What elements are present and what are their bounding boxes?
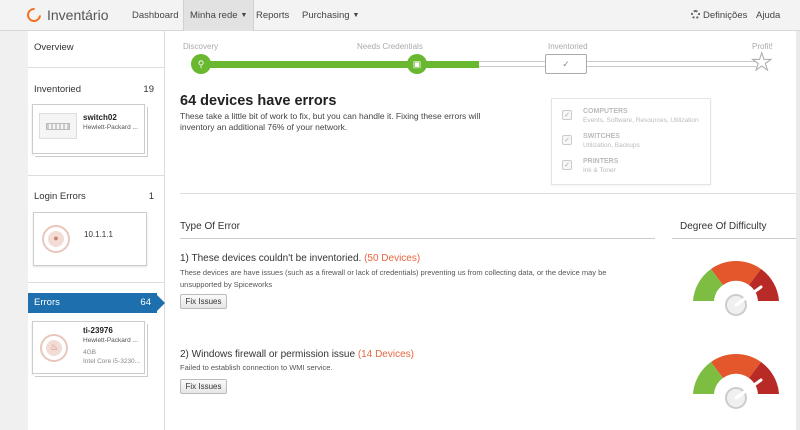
- device-cpu: Intel Core i5-3230...: [83, 358, 141, 365]
- login-error-device-card[interactable]: ● 10.1.1.1: [33, 212, 147, 266]
- error-type-1-title: 1) These devices couldn't be inventoried…: [180, 253, 420, 264]
- type-of-error-header: Type Of Error: [180, 221, 241, 232]
- inventory-checklist: ✓ COMPUTERS Events, Software, Resources,…: [551, 98, 711, 185]
- sidebar-login-errors-count: 1: [148, 191, 154, 202]
- header-underline: [672, 238, 800, 239]
- gear-icon: [691, 10, 700, 19]
- section-divider: [180, 193, 800, 194]
- star-icon: ★: [751, 49, 773, 76]
- step-needs-credentials-label: Needs Credentials: [357, 42, 423, 51]
- error-title-text: 2) Windows firewall or permission issue: [180, 349, 356, 360]
- sidebar-overview[interactable]: Overview: [34, 42, 74, 53]
- checkbox-icon: ✓: [562, 110, 572, 120]
- device-name: switch02: [83, 113, 117, 122]
- nav-minha-rede-label: Minha rede: [190, 10, 238, 21]
- device-name: ti-23976: [83, 326, 113, 335]
- sidebar-divider: [28, 282, 165, 283]
- step-discovery-label: Discovery: [183, 42, 219, 51]
- checkbox-icon: ✓: [562, 160, 572, 170]
- nav-settings-label: Definições: [703, 10, 748, 21]
- nav-minha-rede[interactable]: Minha rede ▼: [183, 0, 255, 31]
- caret-down-icon: ▼: [352, 12, 360, 19]
- sidebar-divider: [28, 67, 165, 68]
- lock-icon: ▣: [407, 54, 427, 74]
- sidebar: Overview Inventoried 19 switch02 Hewlett…: [28, 31, 165, 430]
- difficulty-header: Degree Of Difficulty: [680, 221, 767, 232]
- nav-dashboard[interactable]: Dashboard: [132, 0, 178, 31]
- device-ip: 10.1.1.1: [84, 230, 113, 239]
- sidebar-errors-count: 64: [140, 297, 151, 308]
- brand[interactable]: Inventário: [24, 5, 109, 25]
- header-underline: [180, 238, 655, 239]
- computer-avatar: ♨: [40, 334, 68, 362]
- scrollbar[interactable]: [796, 31, 800, 430]
- device-vendor: Hewlett-Packard ...: [83, 337, 138, 344]
- checklist-title: COMPUTERS: [583, 108, 628, 115]
- sidebar-divider: [28, 175, 165, 176]
- sidebar-login-errors[interactable]: Login Errors: [34, 191, 86, 202]
- brand-name: Inventário: [47, 7, 109, 23]
- fix-issues-button[interactable]: Fix Issues: [180, 379, 227, 394]
- caret-down-icon: ▼: [240, 12, 248, 19]
- device-vendor: Hewlett-Packard ...: [83, 124, 138, 131]
- errors-headline: 64 devices have errors: [180, 93, 337, 109]
- error-title-text: 1) These devices couldn't be inventoried…: [180, 253, 362, 264]
- error-type-1-description: These devices are have issues (such as a…: [180, 268, 607, 289]
- progress-fill: [198, 61, 479, 68]
- page: Overview Inventoried 19 switch02 Hewlett…: [28, 31, 800, 430]
- switch-device-icon: [39, 113, 77, 139]
- checklist-title: SWITCHES: [583, 133, 620, 140]
- checkmark-icon: ✓: [545, 54, 587, 74]
- spiceworks-logo-icon: [24, 5, 44, 25]
- flame-icon: ♨: [49, 342, 59, 352]
- sidebar-inventoried-count: 19: [143, 84, 154, 95]
- checklist-sub: Events, Software, Resources, Utilization: [583, 117, 699, 124]
- nav-purchasing[interactable]: Purchasing ▼: [302, 0, 359, 31]
- error-type-2-title: 2) Windows firewall or permission issue …: [180, 349, 414, 360]
- error-device-card[interactable]: ♨ ti-23976 Hewlett-Packard ... 4GB Intel…: [32, 321, 145, 374]
- checklist-sub: Utilization, Backups: [583, 142, 640, 149]
- fix-issues-button[interactable]: Fix Issues: [180, 294, 227, 309]
- checklist-sub: Ink & Toner: [583, 167, 616, 174]
- nav-reports[interactable]: Reports: [256, 0, 289, 31]
- switch-ports-icon: [46, 123, 70, 130]
- checklist-title: PRINTERS: [583, 158, 619, 165]
- sidebar-errors-label: Errors: [34, 297, 60, 308]
- sidebar-errors-selected[interactable]: Errors 64: [28, 293, 165, 313]
- nav-purchasing-label: Purchasing: [302, 10, 350, 21]
- errors-summary-text: These take a little bit of work to fix, …: [180, 111, 481, 132]
- sidebar-inventoried[interactable]: Inventoried: [34, 84, 81, 95]
- error-device-count[interactable]: (50 Devices): [364, 253, 420, 264]
- top-navbar: Inventário Dashboard Minha rede ▼ Reports…: [0, 0, 800, 31]
- error-device-count[interactable]: (14 Devices): [358, 349, 414, 360]
- search-icon: ⚲: [191, 54, 211, 74]
- nav-help[interactable]: Ajuda: [756, 0, 780, 31]
- step-inventoried-label: Inventoried: [548, 42, 588, 51]
- user-avatar: ●: [42, 225, 70, 253]
- error-type-2-description: Failed to establish connection to WMI se…: [180, 363, 333, 372]
- difficulty-gauge-icon: [693, 353, 779, 409]
- checkbox-icon: ✓: [562, 135, 572, 145]
- user-icon: ●: [53, 233, 59, 243]
- device-memory: 4GB: [83, 349, 97, 356]
- nav-settings[interactable]: Definições: [691, 0, 747, 31]
- difficulty-gauge-icon: [693, 260, 779, 316]
- main-content: Discovery Needs Credentials Inventoried …: [165, 31, 800, 430]
- inventoried-device-card[interactable]: switch02 Hewlett-Packard ...: [32, 104, 145, 154]
